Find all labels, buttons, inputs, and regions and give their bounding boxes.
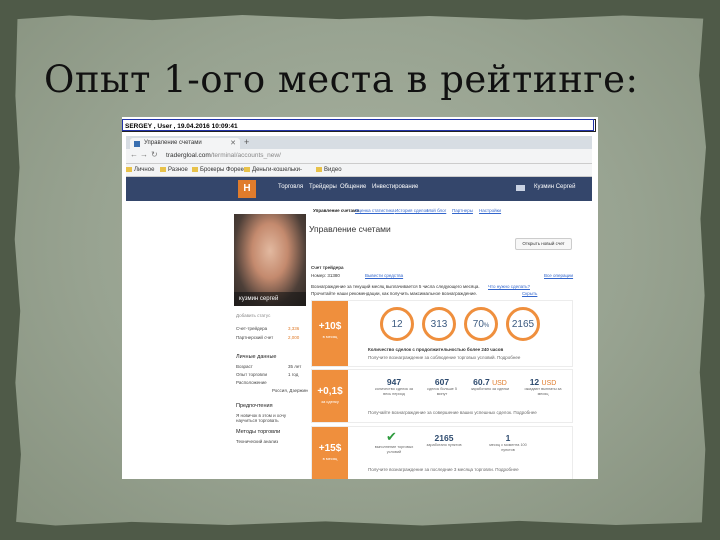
browser-tab[interactable]: Управление счетами ✕	[130, 138, 240, 149]
subtab-history[interactable]: История сделок	[395, 208, 428, 213]
card-bonus: +10$	[318, 321, 342, 332]
metric-circle: 70%	[464, 307, 498, 341]
points-stat: 2165 заработано пунктов	[426, 433, 462, 447]
close-tab-icon[interactable]: ✕	[230, 138, 236, 149]
url-domain: tradergloal.com	[166, 152, 211, 159]
slide-title: Опыт 1-ого места в рейтинге:	[44, 58, 639, 101]
account-number: Номер: 31380	[311, 273, 340, 278]
check-icon: ✔	[386, 429, 397, 444]
subtab-settings[interactable]: Настройки	[479, 208, 501, 213]
browser-tab-bar: Управление счетами ✕ +	[126, 136, 592, 149]
card-bonus: +0,1$	[317, 386, 343, 397]
personal-value: 1 год	[288, 372, 299, 377]
profile-row-value: 3,336	[288, 326, 300, 331]
url-field[interactable]: tradergloal.com/terminal/accounts_new/	[166, 151, 466, 161]
card-note[interactable]: Получайте вознаграждение за совершение в…	[368, 410, 537, 415]
site-navigation: Н Торговля Трейдеры Общение Инвестирован…	[126, 177, 592, 201]
reward-text-2: Прочитайте наши рекомендации, как получи…	[311, 291, 478, 296]
metric-circle: 12	[380, 307, 414, 341]
withdraw-link[interactable]: Вывести средства	[365, 273, 403, 278]
tab-title: Управление счетами	[144, 140, 202, 146]
nav-trading[interactable]: Торговля	[278, 184, 303, 190]
profile-row-label: Партнерский счет	[236, 335, 274, 340]
folder-icon	[126, 166, 132, 172]
folder-icon	[192, 166, 198, 172]
favicon-icon	[134, 141, 140, 147]
folder-icon	[160, 166, 166, 172]
all-trades-link[interactable]: Все операции	[544, 273, 573, 278]
months-stat: 1 месяц с момента 100 пунктов	[489, 433, 527, 452]
card-bonus-badge: +0,1$ за сделку	[312, 370, 348, 422]
nav-community[interactable]: Общение	[340, 184, 366, 190]
subtab-accounts[interactable]: Управление счетами	[313, 208, 359, 213]
bookmarks-bar: Личное Разное Брокеры Форекс Деньги-коше…	[126, 164, 592, 177]
bookmark-money-wallets[interactable]: Деньги-кошельки-	[244, 164, 302, 176]
nav-traders[interactable]: Трейдеры	[309, 184, 337, 190]
card-bonus-badge: +10$ в месяц	[312, 301, 348, 366]
trade-stat: 607 сделок больше 5 минут	[427, 377, 457, 396]
personal-value: 35 лет	[288, 364, 302, 369]
trade-stat: 947 количество сделок за весь период	[375, 377, 413, 396]
check-stat: выполнение торговых условий	[374, 445, 414, 454]
url-path: /terminal/accounts_new/	[210, 152, 281, 159]
account-label: Счет трейдера	[311, 265, 344, 270]
trade-stat: 60.7 USD заработано за сделки	[470, 377, 510, 391]
screenshot-frame: SERGEY , User , 19.04.2016 10:09:41 Упра…	[122, 117, 598, 479]
back-icon[interactable]: ←	[130, 150, 138, 159]
card-bonus-badge: +15$ в месяц	[312, 427, 348, 479]
forward-icon[interactable]: →	[140, 150, 148, 159]
reward-card-three-months: +15$ в месяц ✔ выполнение торговых услов…	[311, 426, 573, 479]
subtab-partners[interactable]: Партнеры	[452, 208, 473, 213]
card-bonus: +15$	[318, 443, 342, 454]
bookmark-video[interactable]: Видео	[316, 164, 342, 176]
reload-icon[interactable]: ↻	[151, 150, 158, 159]
card-caption: Количество сделок с продолжительностью б…	[368, 347, 504, 352]
prefs-text: Я новичок в этом и хочу научиться торгов…	[236, 413, 287, 423]
nav-investing[interactable]: Инвестирование	[372, 184, 418, 190]
profile-name: кузмин сергей	[234, 292, 306, 306]
nav-user-name[interactable]: Кузмин Сергей	[534, 184, 575, 190]
folder-icon	[244, 166, 250, 172]
card-bonus-note: в месяц	[322, 334, 338, 339]
profile-status[interactable]: Добавить статус	[236, 313, 270, 318]
site-logo-icon[interactable]: Н	[238, 180, 256, 198]
user-bar-border	[122, 119, 594, 131]
card-bonus-note: в месяц	[322, 456, 338, 461]
personal-value: Россия, Дзержинск	[272, 388, 312, 393]
methods-header: Методы торговли	[236, 429, 281, 435]
personal-label: Расположение	[236, 380, 267, 385]
metric-circle: 2165	[506, 307, 540, 341]
reward-card-per-trade: +0,1$ за сделку 947 количество сделок за…	[311, 369, 573, 423]
folder-icon	[316, 166, 322, 172]
bookmark-misc[interactable]: Разное	[160, 164, 188, 176]
page-title: Управление счетами	[309, 224, 391, 234]
hide-link[interactable]: Скрыть	[522, 291, 537, 296]
trade-stat: 12 USD ожидают выплаты за месяц	[524, 377, 562, 396]
bookmark-forex-brokers[interactable]: Брокеры Форекс	[192, 164, 246, 176]
subtab-blog[interactable]: Мой блог	[427, 208, 446, 213]
methods-text: Технический анализ	[236, 439, 279, 444]
mail-icon[interactable]	[516, 185, 525, 191]
card-bonus-note: за сделку	[321, 399, 339, 404]
profile-row-value: 2,000	[288, 335, 300, 340]
card-note[interactable]: Получите вознаграждение за соблюдение то…	[368, 355, 520, 360]
address-bar: ← → ↻ tradergloal.com/terminal/accounts_…	[126, 149, 592, 164]
reward-link[interactable]: Что нужно сделать?	[488, 284, 530, 289]
reward-text: Вознаграждение за текущий месяц выплачив…	[311, 284, 480, 289]
new-tab-icon[interactable]: +	[244, 137, 249, 147]
metric-circle: 313	[422, 307, 456, 341]
personal-label: Опыт торговли	[236, 372, 267, 377]
bookmark-personal[interactable]: Личное	[126, 164, 154, 176]
personal-header: Личные данные	[236, 354, 277, 360]
profile-row-label: Счет-трейдера	[236, 326, 268, 331]
open-account-button[interactable]: Открыть новый счет	[515, 238, 572, 250]
card-note[interactable]: Получите вознаграждение за последние 3 м…	[368, 467, 519, 472]
personal-label: Возраст	[236, 364, 253, 369]
prefs-header: Предпочтения	[236, 403, 273, 409]
subtab-stats[interactable]: Оценка статистика	[355, 208, 394, 213]
reward-card-monthly: +10$ в месяц 12 313 70% 2165 Количество …	[311, 300, 573, 367]
